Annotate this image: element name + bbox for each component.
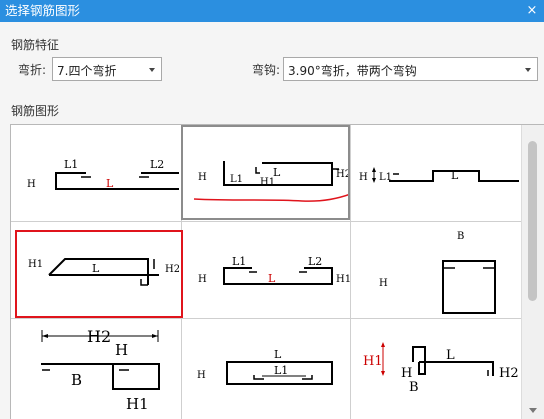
window-title: 选择钢筋图形: [5, 3, 81, 18]
shapes-section-label: 钢筋图形: [11, 104, 60, 118]
shape-cell-3[interactable]: H L1 L: [351, 125, 519, 222]
shape-label: H: [198, 274, 207, 285]
chevron-down-icon: [149, 68, 155, 72]
features-section-label: 钢筋特征: [11, 38, 60, 52]
shape-label: H2: [499, 366, 519, 381]
title-bar: 选择钢筋图形 ×: [0, 0, 544, 22]
shape-label: L: [274, 348, 282, 361]
shape-label-red: L: [268, 272, 276, 285]
shape-label: L: [451, 169, 459, 182]
shape-label-red: H1: [363, 354, 383, 369]
shape-label: H1: [336, 274, 350, 285]
shape-label: H: [359, 172, 368, 183]
shape-label: B: [457, 231, 464, 242]
chevron-down-icon: [525, 68, 531, 72]
shape-cell-6[interactable]: B H: [351, 222, 519, 319]
hover-highlight: [181, 125, 350, 220]
shape-cell-1[interactable]: L1 L2 H L: [11, 125, 179, 222]
shape-label: B: [71, 371, 82, 389]
shape-label: H1: [126, 395, 149, 413]
hook-label: 弯钩:: [252, 63, 281, 77]
shape-label: H: [197, 370, 206, 381]
bend-select-value: 7.四个弯折: [57, 64, 117, 78]
shape-label: L2: [308, 255, 322, 268]
hook-select-value: 3.90°弯折，带两个弯钩: [288, 64, 417, 78]
shape-grid: L1 L2 H L H L L1 H1 H2 H L1 L H1 L H2 H …: [10, 124, 544, 419]
hook-select[interactable]: 3.90°弯折，带两个弯钩: [283, 57, 538, 81]
shape-label: H: [379, 278, 388, 289]
shape-label: B: [409, 380, 419, 395]
vertical-scrollbar[interactable]: [521, 125, 544, 419]
shape-cell-5[interactable]: H L1 L2 L H1: [182, 222, 350, 319]
scroll-thumb[interactable]: [528, 141, 537, 301]
shape-label: H: [401, 366, 412, 381]
shape-label: L1: [379, 172, 392, 183]
shape-label: H: [115, 341, 128, 359]
shape-label: L: [446, 348, 455, 363]
shape-label-red: L: [106, 177, 114, 190]
shape-label: L2: [150, 158, 164, 171]
bend-label: 弯折:: [18, 63, 47, 77]
shape-label: L1: [274, 364, 288, 377]
shape-label: L1: [232, 255, 246, 268]
bend-select[interactable]: 7.四个弯折: [52, 57, 162, 81]
shape-label: H2: [87, 327, 111, 346]
shape-cell-8[interactable]: L H L1: [182, 319, 350, 416]
shape-cell-7[interactable]: H2 H B H1: [11, 319, 179, 416]
shape-label: L1: [64, 158, 78, 171]
shape-label: H: [27, 179, 36, 190]
shape-cell-9[interactable]: H1 L H B H2: [351, 319, 519, 416]
close-icon[interactable]: ×: [522, 0, 542, 22]
selected-shape-highlight: [15, 230, 183, 318]
scroll-down-icon[interactable]: [529, 408, 537, 413]
